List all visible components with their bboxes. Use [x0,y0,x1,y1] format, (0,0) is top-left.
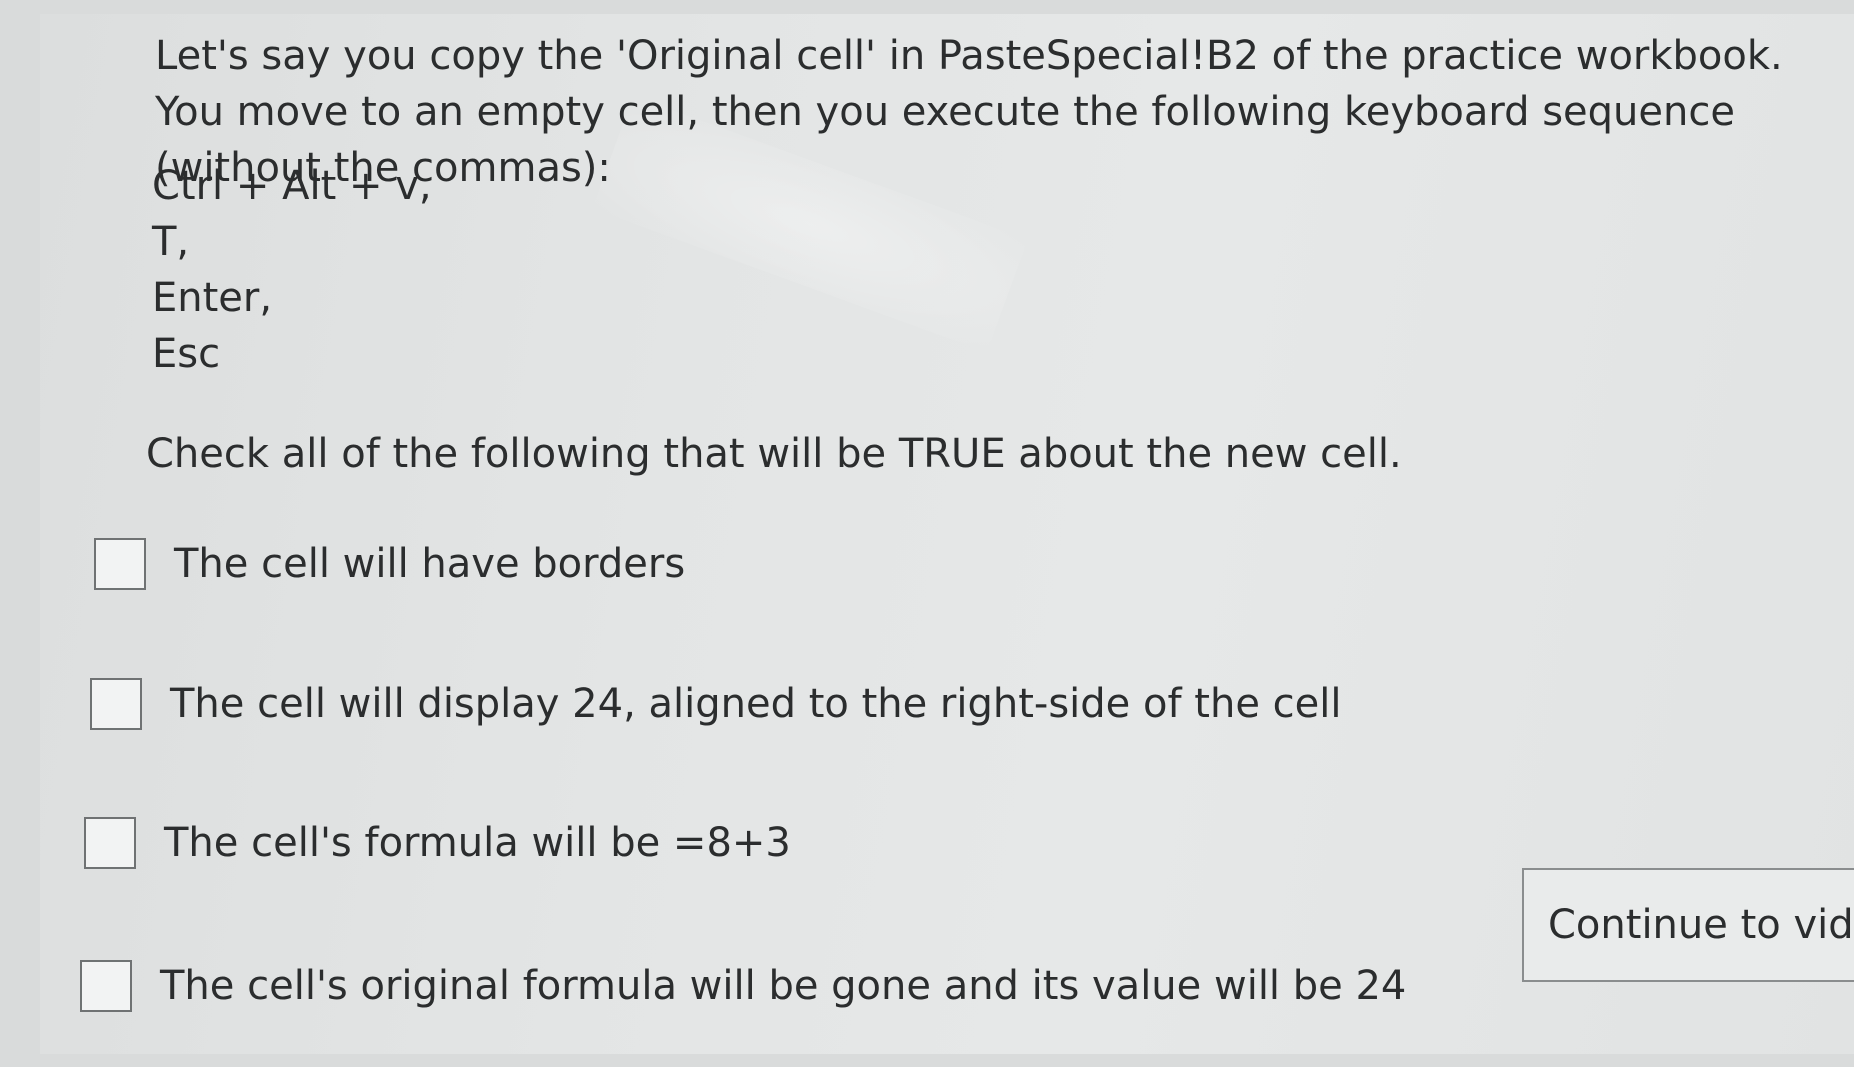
checkbox[interactable] [80,960,132,1012]
checkbox[interactable] [94,538,146,590]
instruction-text: Check all of the following that will be … [146,431,1402,477]
answer-option-display-24[interactable]: The cell will display 24, aligned to the… [90,676,1341,732]
key-sequence-step: Enter, [152,275,273,321]
answer-option-value-only[interactable]: The cell's original formula will be gone… [80,958,1406,1014]
key-sequence-step: Esc [152,331,221,377]
continue-to-video-button[interactable]: Continue to vide [1522,868,1854,982]
checkbox[interactable] [90,678,142,730]
answer-option-label: The cell's formula will be =8+3 [164,820,791,866]
answer-option-label: The cell's original formula will be gone… [160,963,1407,1009]
checkbox[interactable] [84,817,136,869]
answer-option-label: The cell will display 24, aligned to the… [170,681,1342,727]
answer-option-label: The cell will have borders [174,541,686,587]
answer-option-borders[interactable]: The cell will have borders [94,536,685,592]
key-sequence-step: T, [152,219,190,265]
answer-option-formula[interactable]: The cell's formula will be =8+3 [84,815,791,871]
key-sequence-step: Ctrl + Alt + v, [152,163,432,209]
key-sequence-list: Ctrl + Alt + v, T, Enter, Esc [152,158,432,382]
